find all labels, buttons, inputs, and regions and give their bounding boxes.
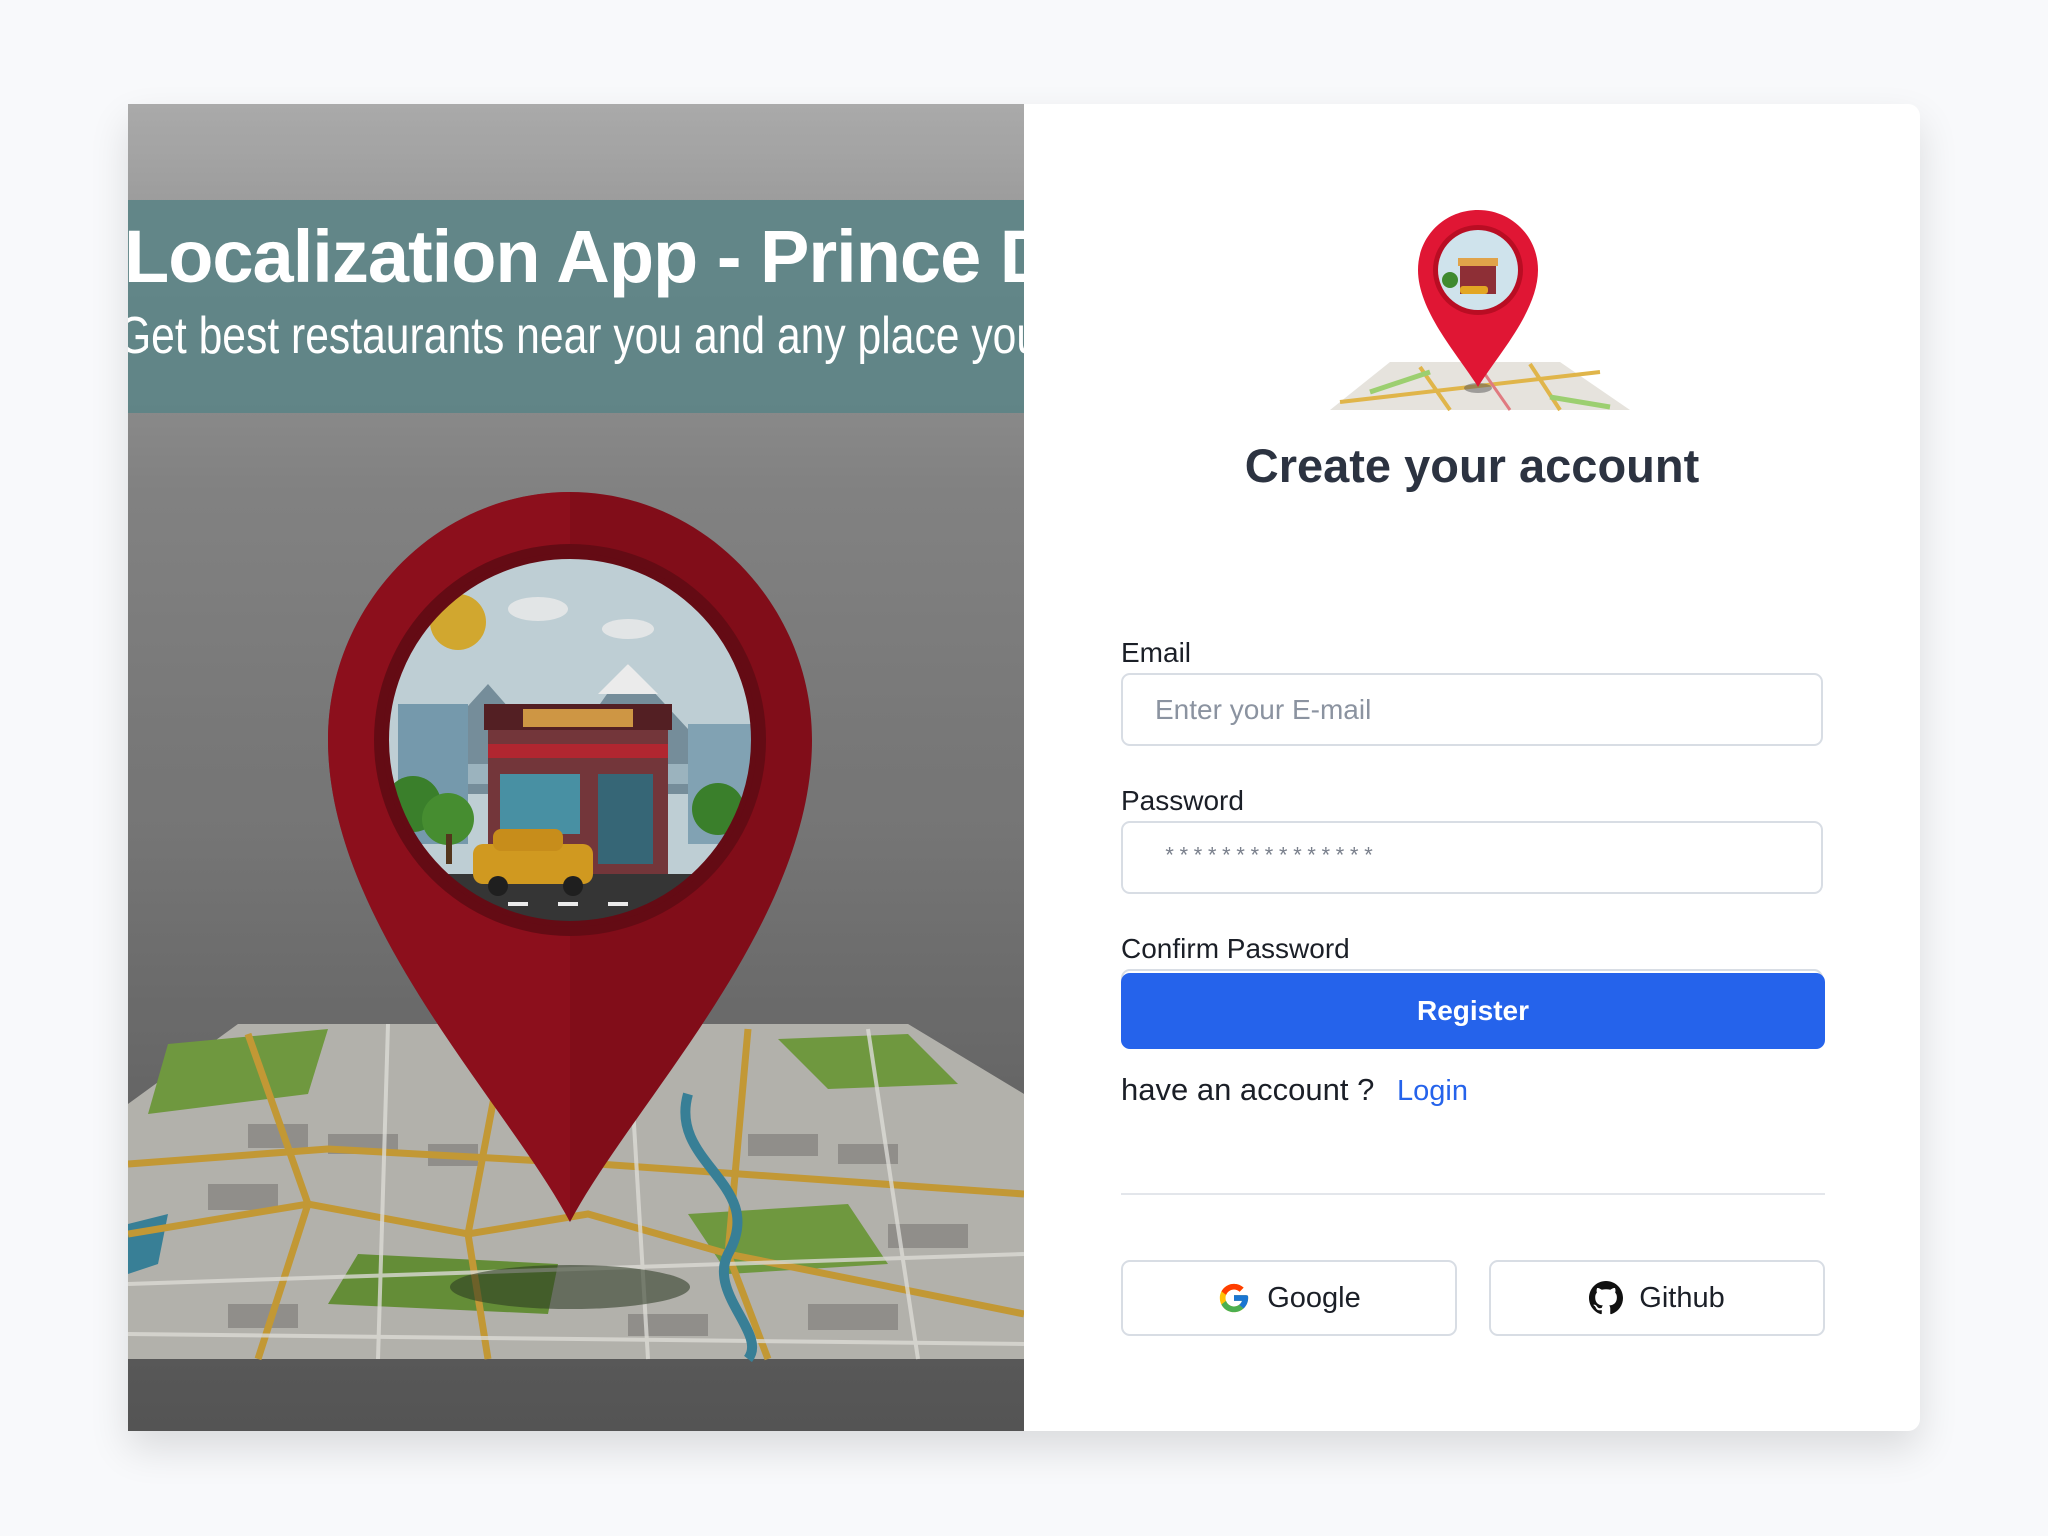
hero-image: Localization App - Prince Dev Get best r… — [128, 104, 1024, 1431]
github-icon — [1589, 1281, 1624, 1315]
banner-title: Localization App - Prince Dev — [128, 215, 1024, 298]
google-button[interactable]: Google — [1121, 1260, 1457, 1336]
banner-subtitle: Get best restaurants near you and any pl… — [128, 307, 1024, 365]
page-title: Create your account — [1244, 439, 1700, 492]
email-label: Email — [1121, 637, 1192, 668]
email-field[interactable] — [1123, 675, 1821, 744]
divider — [1121, 1193, 1825, 1195]
github-button[interactable]: Github — [1489, 1260, 1825, 1336]
hero-banner: Localization App - Prince Dev Get best r… — [128, 200, 1024, 413]
confirm-password-label: Confirm Password — [1121, 933, 1350, 964]
login-link[interactable]: Login — [1397, 1075, 1468, 1107]
password-value: *************** — [1163, 845, 1377, 870]
password-label: Password — [1121, 785, 1244, 816]
register-card: Localization App - Prince Dev Get best r… — [128, 104, 1920, 1431]
email-field-wrapper — [1121, 673, 1823, 746]
google-icon — [1220, 1283, 1249, 1313]
location-logo-icon — [1330, 210, 1630, 412]
password-field[interactable]: *************** — [1121, 821, 1823, 894]
google-label: Google — [1267, 1281, 1361, 1314]
have-account-text: have an account ? — [1121, 1072, 1375, 1107]
github-label: Github — [1639, 1281, 1725, 1314]
have-account-row: have an account ? Login — [1121, 1072, 1468, 1108]
register-button[interactable]: Register — [1121, 973, 1825, 1049]
register-panel: Create your account Email Password *****… — [1024, 104, 1920, 1431]
